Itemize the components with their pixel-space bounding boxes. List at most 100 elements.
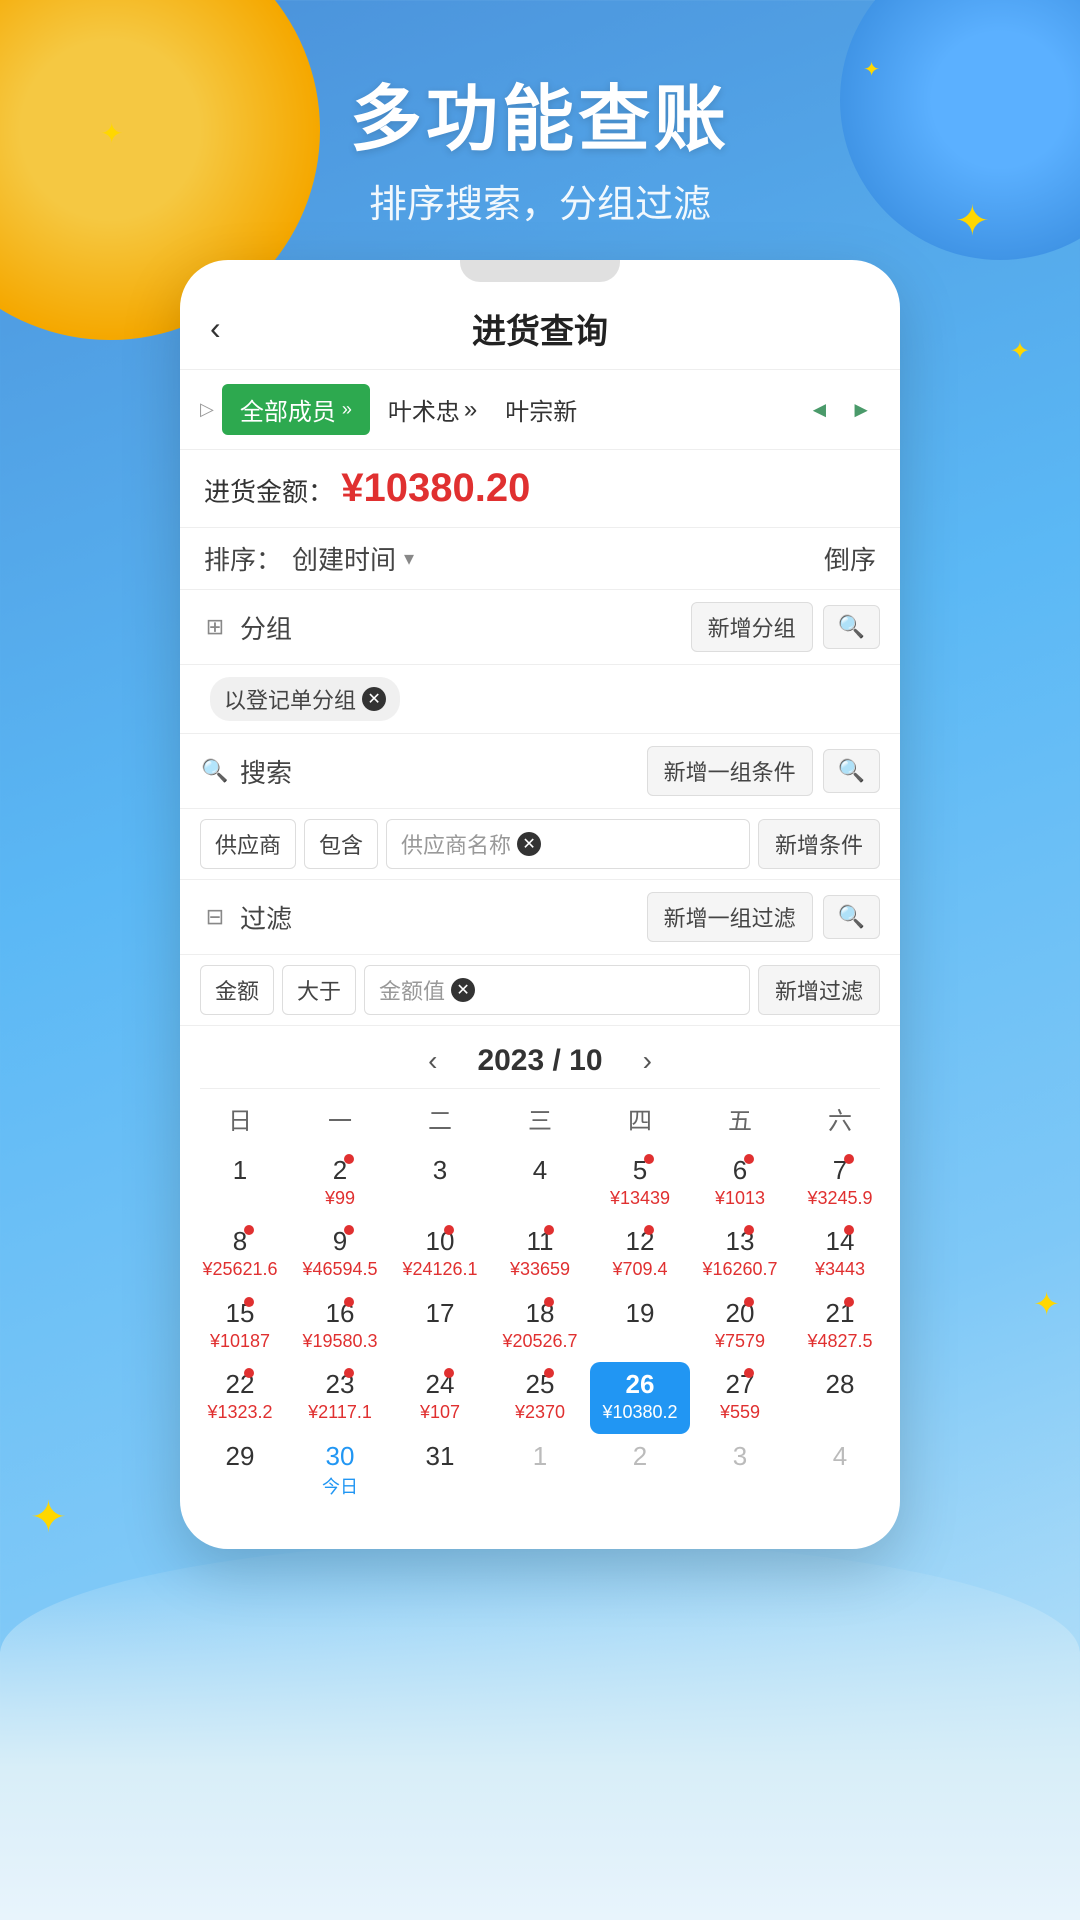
filter-value-input[interactable]: 金额值 ✕: [364, 965, 750, 1015]
calendar-grid: 日一二三四五六 12¥99345¥134396¥10137¥3245.98¥25…: [180, 1089, 900, 1509]
star-icon-6: ✦: [1033, 1288, 1060, 1320]
cal-cell-4-4[interactable]: 2: [590, 1434, 690, 1510]
cal-dot: [744, 1154, 754, 1164]
filter-search-button[interactable]: 🔍: [823, 895, 880, 939]
cal-day-num: 17: [392, 1297, 488, 1331]
cal-day-num: 11: [492, 1225, 588, 1259]
cal-cell-2-6[interactable]: 21¥4827.5: [790, 1291, 890, 1362]
member-tab-2[interactable]: 叶宗新: [495, 384, 587, 435]
member-tab-1[interactable]: 叶术忠 »: [378, 384, 487, 435]
cal-cell-0-4[interactable]: 5¥13439: [590, 1148, 690, 1219]
cal-cell-2-0[interactable]: 15¥10187: [190, 1291, 290, 1362]
cal-cell-4-2[interactable]: 31: [390, 1434, 490, 1510]
group-search-button[interactable]: 🔍: [823, 605, 880, 649]
cal-dot: [544, 1297, 554, 1307]
star-icon-3: ✦: [1010, 340, 1030, 364]
cal-prev-button[interactable]: ‹: [418, 1045, 447, 1077]
cal-day-num: 3: [392, 1154, 488, 1188]
dropdown-icon: ▾: [404, 546, 414, 571]
group-icon: ⊞: [200, 614, 230, 640]
cal-cell-1-2[interactable]: 10¥24126.1: [390, 1219, 490, 1290]
cal-cell-2-4[interactable]: 19: [590, 1291, 690, 1362]
cal-cell-2-3[interactable]: 18¥20526.7: [490, 1291, 590, 1362]
cal-cell-3-4[interactable]: 26¥10380.2: [590, 1362, 690, 1433]
cal-amount: ¥1323.2: [192, 1402, 288, 1424]
cal-cell-2-1[interactable]: 16¥19580.3: [290, 1291, 390, 1362]
cal-cell-2-5[interactable]: 20¥7579: [690, 1291, 790, 1362]
cal-cell-4-3[interactable]: 1: [490, 1434, 590, 1510]
sort-select[interactable]: 创建时间 ▾: [292, 540, 814, 577]
cal-dot: [344, 1297, 354, 1307]
cal-cell-2-2[interactable]: 17: [390, 1291, 490, 1362]
amount-label: 进货金额：: [204, 477, 334, 507]
cal-cell-3-0[interactable]: 22¥1323.2: [190, 1362, 290, 1433]
cal-cell-4-6[interactable]: 4: [790, 1434, 890, 1510]
cal-amount: ¥13439: [592, 1188, 688, 1210]
app-header: ‹ 进货查询: [180, 282, 900, 370]
cal-day-num: 13: [692, 1225, 788, 1259]
main-title: 多功能查账: [0, 60, 1080, 165]
cal-cell-0-0[interactable]: 1: [190, 1148, 290, 1219]
member-tab-all[interactable]: 全部成员 »: [222, 384, 370, 435]
filter-op-chip[interactable]: 大于: [282, 965, 356, 1015]
cal-day-num: 4: [492, 1154, 588, 1188]
cal-cell-1-6[interactable]: 14¥3443: [790, 1219, 890, 1290]
play-icon: ▷: [200, 399, 214, 420]
cal-amount: ¥3443: [792, 1259, 888, 1281]
cal-next-button[interactable]: ›: [633, 1045, 662, 1077]
cal-cell-4-5[interactable]: 3: [690, 1434, 790, 1510]
cal-day-num: 28: [792, 1368, 888, 1402]
cal-cell-1-0[interactable]: 8¥25621.6: [190, 1219, 290, 1290]
cal-cell-0-5[interactable]: 6¥1013: [690, 1148, 790, 1219]
cal-day-num: 8: [192, 1225, 288, 1259]
cal-day-num: 18: [492, 1297, 588, 1331]
cal-amount: ¥2370: [492, 1402, 588, 1424]
search-value-input[interactable]: 供应商名称 ✕: [386, 819, 750, 869]
add-group-button[interactable]: 新增分组: [691, 602, 813, 652]
add-condition-button[interactable]: 新增条件: [758, 819, 880, 869]
cal-amount: ¥25621.6: [192, 1259, 288, 1281]
cal-cell-3-3[interactable]: 25¥2370: [490, 1362, 590, 1433]
page-title: 进货查询: [472, 304, 608, 353]
cal-cell-3-6[interactable]: 28: [790, 1362, 890, 1433]
filter-icon: ⊟: [200, 904, 230, 930]
cal-cell-0-3[interactable]: 4: [490, 1148, 590, 1219]
cal-amount: ¥4827.5: [792, 1331, 888, 1353]
cal-cell-0-1[interactable]: 2¥99: [290, 1148, 390, 1219]
cal-cell-1-1[interactable]: 9¥46594.5: [290, 1219, 390, 1290]
filter-value-close-button[interactable]: ✕: [451, 978, 475, 1002]
group-tag-close-button[interactable]: ✕: [362, 687, 386, 711]
cal-dow-六: 六: [790, 1101, 890, 1136]
add-filter-button[interactable]: 新增过滤: [758, 965, 880, 1015]
cal-amount: ¥24126.1: [392, 1259, 488, 1281]
cal-day-num: 6: [692, 1154, 788, 1188]
title-area: 多功能查账 排序搜索，分组过滤: [0, 60, 1080, 228]
cal-cell-1-4[interactable]: 12¥709.4: [590, 1219, 690, 1290]
search-field-chip[interactable]: 供应商: [200, 819, 296, 869]
cal-cell-3-5[interactable]: 27¥559: [690, 1362, 790, 1433]
cal-cell-3-2[interactable]: 24¥107: [390, 1362, 490, 1433]
cal-cell-1-5[interactable]: 13¥16260.7: [690, 1219, 790, 1290]
cal-cell-1-3[interactable]: 11¥33659: [490, 1219, 590, 1290]
cal-cell-4-0[interactable]: 29: [190, 1434, 290, 1510]
search-search-button[interactable]: 🔍: [823, 749, 880, 793]
nav-prev-icon[interactable]: ◄: [800, 393, 838, 427]
add-search-group-button[interactable]: 新增一组条件: [647, 746, 813, 796]
cal-dow-三: 三: [490, 1101, 590, 1136]
search-icon: 🔍: [200, 758, 230, 784]
cal-dow-一: 一: [290, 1101, 390, 1136]
cal-day-num: 24: [392, 1368, 488, 1402]
cal-cell-0-2[interactable]: 3: [390, 1148, 490, 1219]
cal-amount: ¥709.4: [592, 1259, 688, 1281]
filter-label: 过滤: [240, 899, 637, 936]
search-op-chip[interactable]: 包含: [304, 819, 378, 869]
search-value-close-button[interactable]: ✕: [517, 832, 541, 856]
filter-field-chip[interactable]: 金额: [200, 965, 274, 1015]
add-filter-group-button[interactable]: 新增一组过滤: [647, 892, 813, 942]
cal-cell-4-1[interactable]: 30今日: [290, 1434, 390, 1510]
cal-day-num: 2: [592, 1440, 688, 1474]
nav-next-icon[interactable]: ►: [842, 393, 880, 427]
cal-cell-3-1[interactable]: 23¥2117.1: [290, 1362, 390, 1433]
cal-cell-0-6[interactable]: 7¥3245.9: [790, 1148, 890, 1219]
back-button[interactable]: ‹: [210, 310, 221, 347]
